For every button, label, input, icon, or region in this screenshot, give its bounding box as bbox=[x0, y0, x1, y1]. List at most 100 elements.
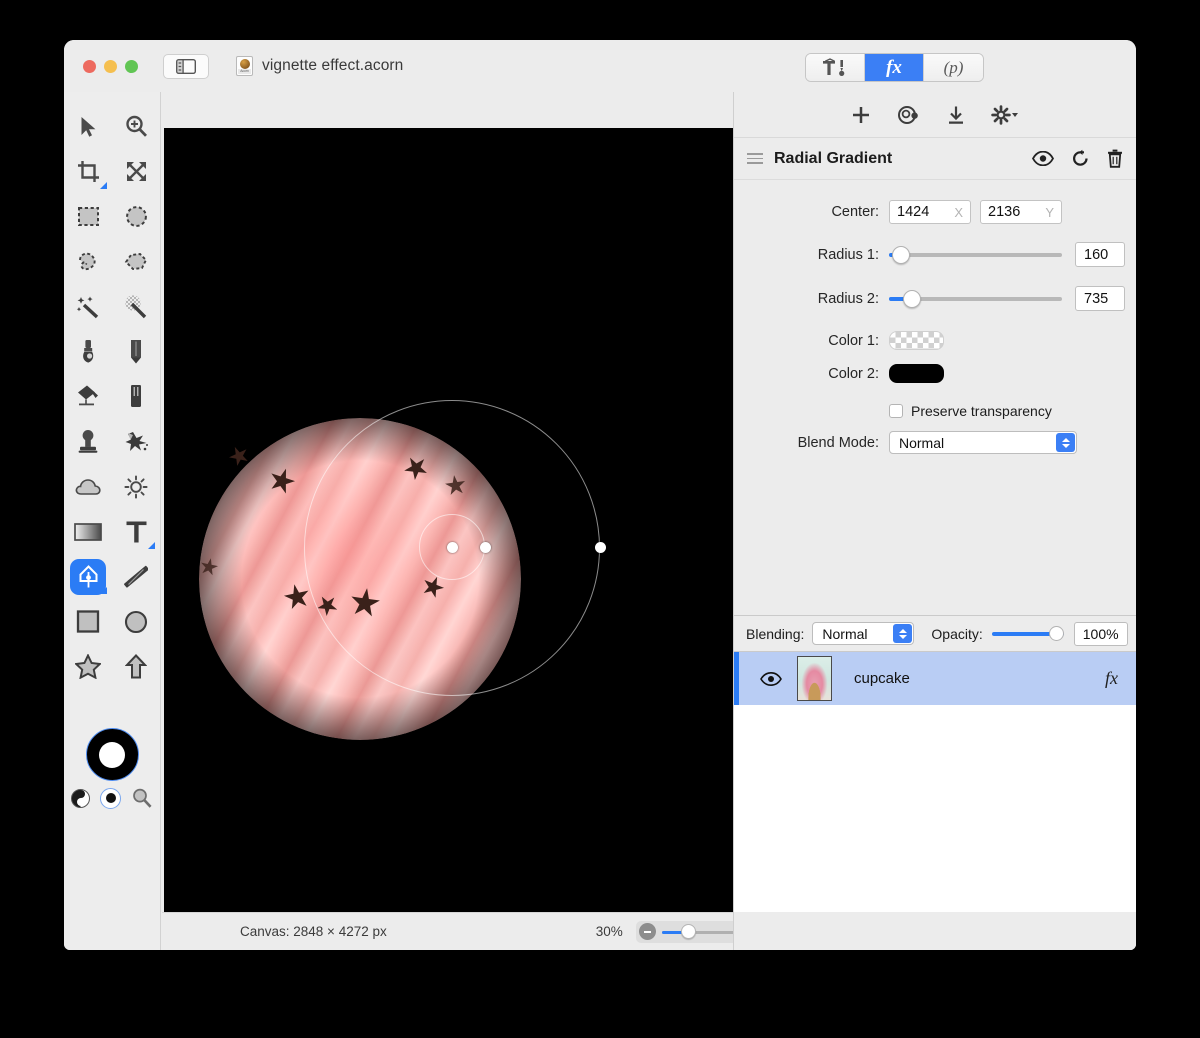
lasso-tool[interactable] bbox=[64, 239, 112, 284]
layer-visibility-icon[interactable] bbox=[760, 672, 782, 686]
tool-options-flag bbox=[148, 542, 155, 549]
tab-tools[interactable] bbox=[806, 54, 865, 81]
chevron-updown-icon[interactable] bbox=[893, 624, 912, 643]
magnifier-minus-icon[interactable] bbox=[639, 923, 656, 940]
minimize-button[interactable] bbox=[104, 60, 117, 73]
instant-alpha-tool[interactable] bbox=[112, 284, 160, 329]
radius2-slider[interactable] bbox=[889, 290, 1062, 308]
clone-stamp-tool[interactable] bbox=[64, 419, 112, 464]
pen-tool[interactable] bbox=[64, 554, 112, 599]
radius2-value: 735 bbox=[1084, 291, 1108, 307]
plus-icon[interactable] bbox=[851, 105, 871, 125]
radius1-input[interactable]: 160 bbox=[1075, 242, 1125, 267]
opacity-slider[interactable] bbox=[992, 626, 1064, 642]
color1-row: Color 1: bbox=[734, 331, 1136, 350]
radius2-handle[interactable] bbox=[595, 542, 606, 553]
brush-tool[interactable] bbox=[64, 329, 112, 374]
preserve-transparency-row: Preserve transparency bbox=[889, 403, 1136, 419]
blend-mode-select[interactable]: Normal bbox=[889, 431, 1077, 454]
gradient-tool[interactable] bbox=[64, 509, 112, 554]
text-t-icon bbox=[125, 520, 148, 544]
magic-wand-tool[interactable] bbox=[64, 284, 112, 329]
chevron-updown-icon[interactable] bbox=[1056, 433, 1075, 452]
preserve-transparency-checkbox[interactable] bbox=[889, 404, 903, 418]
radius1-row: Radius 1: 160 bbox=[734, 242, 1136, 267]
gear-dropdown-icon[interactable] bbox=[991, 105, 1019, 125]
color1-swatch[interactable] bbox=[889, 331, 944, 350]
tab-fx[interactable]: fx bbox=[865, 54, 924, 81]
dodge-burn-tool[interactable] bbox=[64, 464, 112, 509]
pencil-tool[interactable] bbox=[112, 329, 160, 374]
color-well-group bbox=[64, 728, 160, 809]
swap-colors-icon[interactable] bbox=[71, 789, 90, 808]
sidebar-toggle-button[interactable] bbox=[163, 54, 209, 79]
ellipse-shape-tool[interactable] bbox=[112, 599, 160, 644]
smudge-icon bbox=[124, 430, 149, 453]
center-y-value: 2136 bbox=[988, 204, 1020, 220]
zoom-slider-knob[interactable] bbox=[681, 924, 696, 939]
radius1-handle[interactable] bbox=[480, 542, 491, 553]
radius2-input[interactable]: 735 bbox=[1075, 286, 1125, 311]
drag-handle-icon[interactable] bbox=[747, 153, 763, 164]
opacity-slider-knob[interactable] bbox=[1049, 626, 1064, 641]
center-y-input[interactable]: 2136 Y bbox=[980, 200, 1062, 224]
close-button[interactable] bbox=[83, 60, 96, 73]
transform-tool[interactable] bbox=[112, 149, 160, 194]
brightness-tool[interactable] bbox=[112, 464, 160, 509]
sun-icon bbox=[124, 475, 148, 499]
color2-swatch[interactable] bbox=[889, 364, 944, 383]
reset-arrow-icon[interactable] bbox=[1071, 149, 1090, 168]
filter-title: Radial Gradient bbox=[774, 150, 892, 168]
document-title: vignette effect.acorn bbox=[262, 57, 403, 75]
center-x-input[interactable]: 1424 X bbox=[889, 200, 971, 224]
palette-icon[interactable] bbox=[897, 105, 921, 125]
zoom-tool[interactable] bbox=[112, 104, 160, 149]
foreground-background-color-well[interactable] bbox=[86, 728, 139, 781]
smudge-tool[interactable] bbox=[112, 419, 160, 464]
crop-tool[interactable] bbox=[64, 149, 112, 194]
text-tool[interactable] bbox=[112, 509, 160, 554]
canvas-area bbox=[162, 88, 799, 948]
elliptical-select-tool[interactable] bbox=[112, 194, 160, 239]
image-canvas[interactable] bbox=[164, 128, 734, 950]
hammer-pen-icon bbox=[821, 58, 849, 78]
ellipse-icon bbox=[124, 610, 148, 634]
line-tool[interactable] bbox=[112, 554, 160, 599]
polygon-lasso-tool[interactable] bbox=[112, 239, 160, 284]
rectangle-shape-tool[interactable] bbox=[64, 599, 112, 644]
zoom-level-label: 30% bbox=[585, 924, 623, 939]
blend-mode-value: Normal bbox=[899, 435, 944, 451]
trash-icon[interactable] bbox=[1107, 149, 1123, 168]
color2-label: Color 2: bbox=[734, 366, 889, 382]
layers-list: cupcake fx bbox=[734, 652, 1136, 912]
move-tool[interactable] bbox=[64, 104, 112, 149]
tab-presets[interactable]: (p) bbox=[924, 54, 983, 81]
rectangular-select-tool[interactable] bbox=[64, 194, 112, 239]
eye-icon[interactable] bbox=[1032, 151, 1054, 166]
clone-stamp-icon bbox=[77, 429, 99, 454]
center-x-value: 1424 bbox=[897, 204, 929, 220]
cloud-icon bbox=[75, 478, 101, 496]
inspector-panel: Radial Gradient bbox=[733, 92, 1136, 950]
star-shape-tool[interactable] bbox=[64, 644, 112, 689]
inspector-mode-segmented-control[interactable]: fx (p) bbox=[805, 53, 984, 82]
paint-bucket-tool[interactable] bbox=[64, 374, 112, 419]
zoom-button[interactable] bbox=[125, 60, 138, 73]
radius1-value: 160 bbox=[1084, 247, 1108, 263]
color2-row: Color 2: bbox=[734, 364, 1136, 383]
magnifier-icon[interactable] bbox=[131, 787, 153, 809]
center-y-unit: Y bbox=[1045, 205, 1054, 220]
opacity-input[interactable]: 100% bbox=[1074, 622, 1128, 646]
center-handle[interactable] bbox=[447, 542, 458, 553]
blending-label: Blending: bbox=[746, 626, 804, 642]
layer-fx-badge[interactable]: fx bbox=[1105, 668, 1118, 689]
eraser-tool[interactable] bbox=[112, 374, 160, 419]
blending-select[interactable]: Normal bbox=[812, 622, 914, 645]
table-row[interactable]: cupcake fx bbox=[734, 652, 1136, 705]
arrow-shape-tool[interactable] bbox=[112, 644, 160, 689]
marquee-ellipse-icon bbox=[125, 205, 148, 228]
default-colors-icon[interactable] bbox=[100, 788, 121, 809]
download-icon[interactable] bbox=[947, 105, 965, 125]
radius1-slider[interactable] bbox=[889, 246, 1062, 264]
tool-options-flag bbox=[100, 587, 107, 594]
